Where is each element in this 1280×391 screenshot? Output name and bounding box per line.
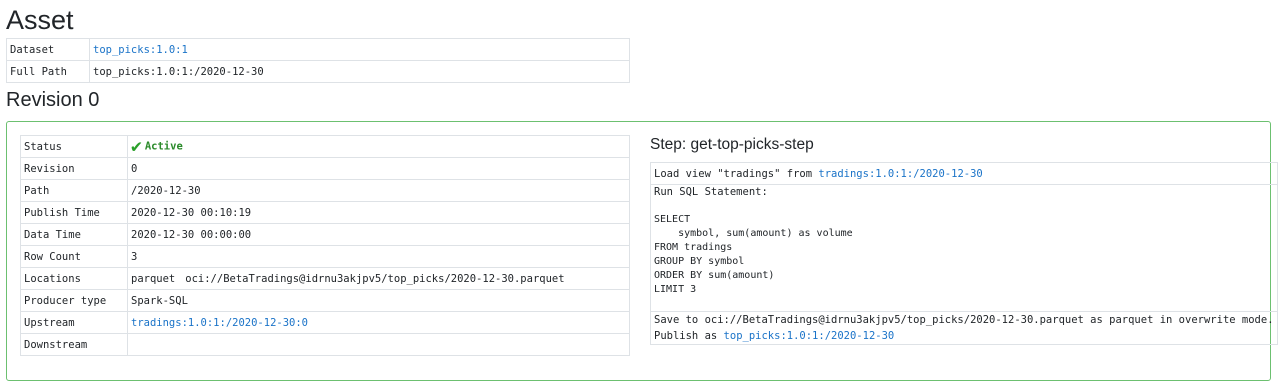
upstream-link[interactable]: tradings:1.0:1:/2020-12-30:0: [131, 317, 308, 329]
data-time-label: Data Time: [20, 223, 128, 246]
full-path-label: Full Path: [6, 60, 90, 83]
locations-label: Locations: [20, 267, 128, 290]
asset-heading: Asset: [6, 5, 74, 35]
table-row: Downstream: [20, 333, 630, 356]
save-text: Save to oci://BetaTradings@idrnu3akjpv5/…: [654, 314, 1274, 326]
page: Asset Dataset top_picks:1.0:1 Full Path …: [0, 0, 1280, 112]
asset-table: Dataset top_picks:1.0:1 Full Path top_pi…: [6, 38, 630, 83]
full-path-value: top_picks:1.0:1:/2020-12-30: [89, 60, 630, 83]
table-row: Load view "tradings" from tradings:1.0:1…: [650, 162, 1278, 185]
status-value-cell: ✔ Active: [127, 135, 630, 158]
row-count-label: Row Count: [20, 245, 128, 268]
table-row: Save to oci://BetaTradings@idrnu3akjpv5/…: [650, 311, 1278, 345]
revision-panel: Status ✔ Active Revision 0 Path /2020-12-…: [6, 121, 1278, 381]
location-path: oci://BetaTradings@idrnu3akjpv5/top_pick…: [185, 272, 565, 285]
revision-heading: Revision 0: [6, 89, 100, 111]
table-row: Upstream tradings:1.0:1:/2020-12-30:0: [20, 311, 630, 334]
table-row: Publish Time 2020-12-30 00:10:19: [20, 201, 630, 224]
table-row: Status ✔ Active: [20, 135, 630, 158]
load-view-text: Load view "tradings" from: [654, 167, 819, 180]
sql-label: Run SQL Statement:: [654, 186, 768, 198]
table-row: Producer type Spark-SQL: [20, 289, 630, 312]
dataset-label: Dataset: [6, 38, 90, 61]
path-label: Path: [20, 179, 128, 202]
locations-value-cell: parquet oci://BetaTradings@idrnu3akjpv5/t…: [127, 267, 630, 290]
table-row: Locations parquet oci://BetaTradings@idrn…: [20, 267, 630, 290]
publish-link[interactable]: top_picks:1.0:1:/2020-12-30: [724, 330, 895, 342]
table-row: Row Count 3: [20, 245, 630, 268]
sql-statement: SELECT symbol, sum(amount) as volume FRO…: [654, 214, 853, 295]
downstream-label: Downstream: [20, 333, 128, 356]
location-format: parquet: [131, 272, 176, 285]
load-view-cell: Load view "tradings" from tradings:1.0:1…: [650, 162, 1278, 185]
step-heading: Step: get-top-picks-step: [650, 136, 814, 153]
publish-time-label: Publish Time: [20, 201, 128, 224]
table-row: Path /2020-12-30: [20, 179, 630, 202]
path-value: /2020-12-30: [127, 179, 630, 202]
table-row: Dataset top_picks:1.0:1: [6, 38, 630, 61]
sql-cell: Run SQL Statement: SELECT symbol, sum(am…: [650, 184, 1278, 312]
dataset-value-cell: top_picks:1.0:1: [89, 38, 630, 61]
revision-table: Status ✔ Active Revision 0 Path /2020-12-…: [20, 135, 630, 356]
checkmark-icon: ✔: [131, 136, 142, 157]
publish-line: Publish as top_picks:1.0:1:/2020-12-30: [654, 328, 1274, 344]
step-section: Step: get-top-picks-step Load view "trad…: [650, 134, 1278, 345]
data-time-value: 2020-12-30 00:00:00: [127, 223, 630, 246]
publish-time-value: 2020-12-30 00:10:19: [127, 201, 630, 224]
dataset-link[interactable]: top_picks:1.0:1: [93, 44, 188, 56]
upstream-value-cell: tradings:1.0:1:/2020-12-30:0: [127, 311, 630, 334]
revision-value: 0: [127, 157, 630, 180]
revision-label: Revision: [20, 157, 128, 180]
upstream-label: Upstream: [20, 311, 128, 334]
table-row: Full Path top_picks:1.0:1:/2020-12-30: [6, 60, 630, 83]
producer-type-label: Producer type: [20, 289, 128, 312]
row-count-value: 3: [127, 245, 630, 268]
table-row: Run SQL Statement: SELECT symbol, sum(am…: [650, 184, 1278, 312]
producer-type-value: Spark-SQL: [127, 289, 630, 312]
status-badge: Active: [144, 140, 183, 153]
publish-text: Publish as: [654, 330, 724, 342]
table-row: Data Time 2020-12-30 00:00:00: [20, 223, 630, 246]
step-table: Load view "tradings" from tradings:1.0:1…: [650, 162, 1278, 345]
sql-spacer: [654, 297, 1274, 311]
load-view-link[interactable]: tradings:1.0:1:/2020-12-30: [818, 168, 982, 180]
table-row: Revision 0: [20, 157, 630, 180]
downstream-value: [127, 333, 630, 356]
status-label: Status: [20, 135, 128, 158]
save-cell: Save to oci://BetaTradings@idrnu3akjpv5/…: [650, 311, 1278, 345]
